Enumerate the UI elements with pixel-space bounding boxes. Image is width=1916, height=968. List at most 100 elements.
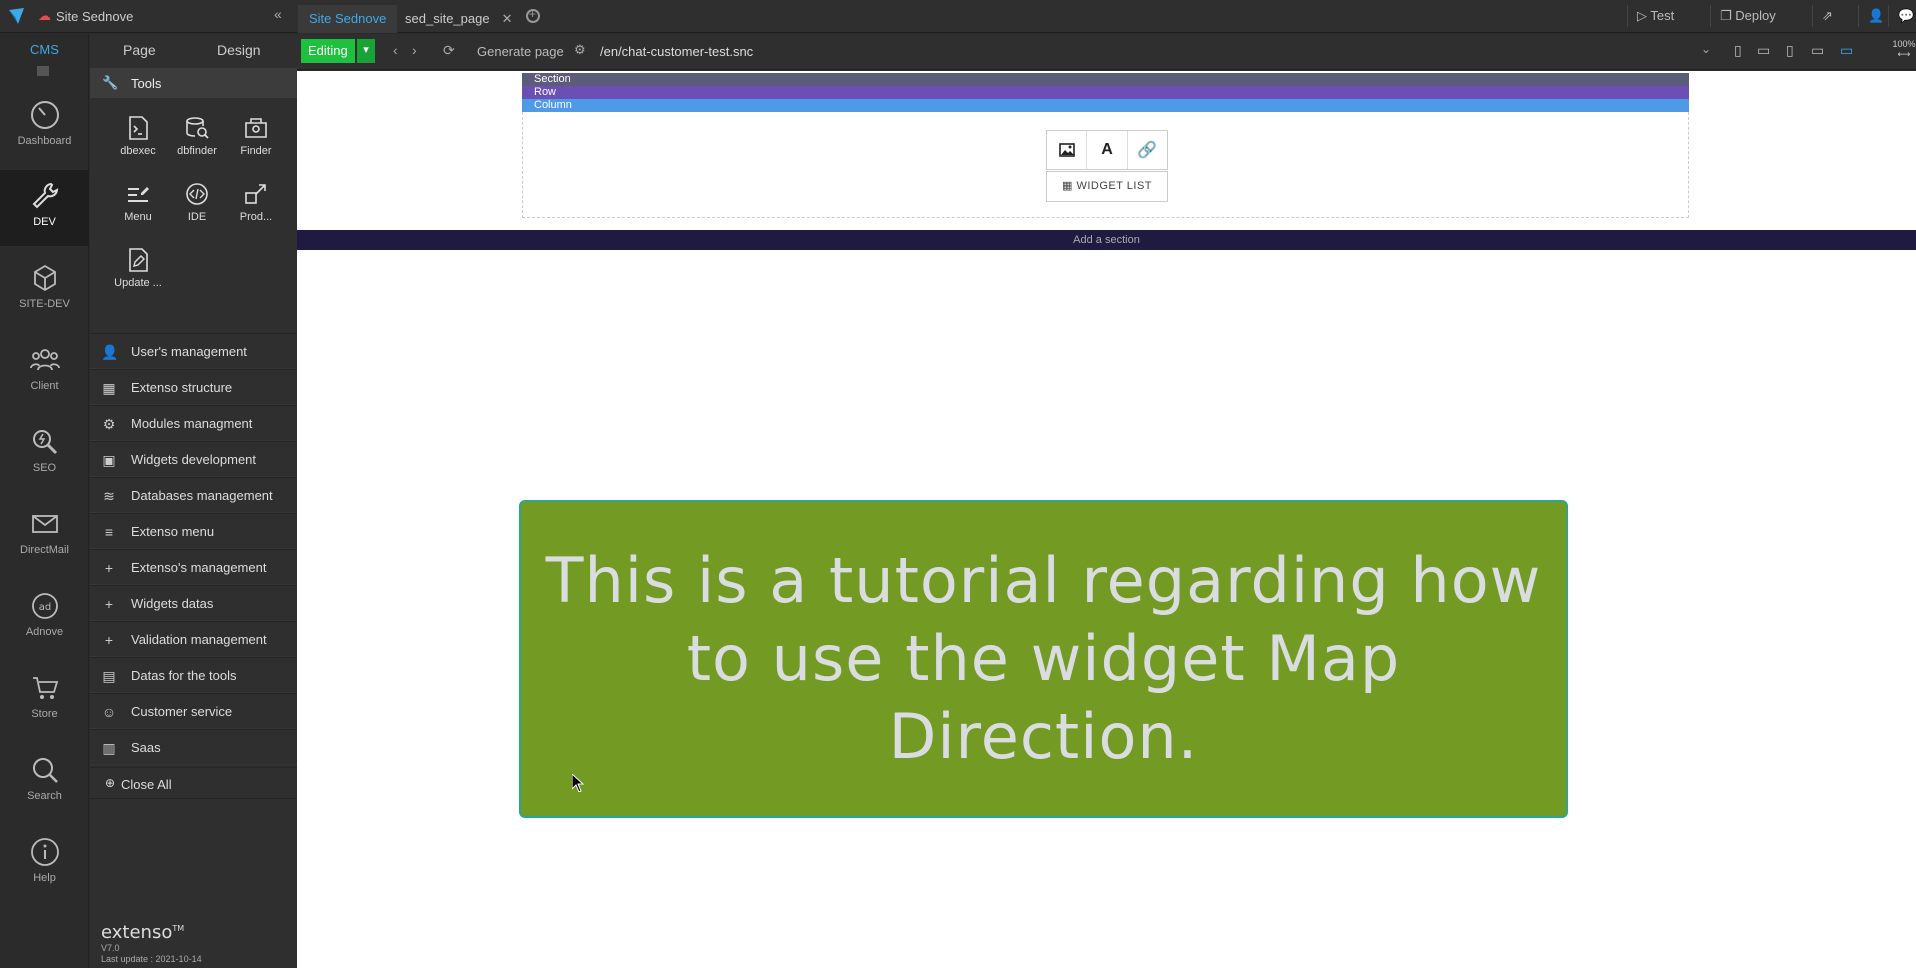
mobile-portrait-icon[interactable]: ▯ bbox=[1734, 42, 1742, 59]
deploy-button[interactable]: ❐ Deploy bbox=[1710, 5, 1785, 27]
rail-item-store[interactable]: Store bbox=[0, 662, 89, 738]
widget-list-label: WIDGET LIST bbox=[1076, 180, 1153, 192]
section-bar[interactable]: Section bbox=[522, 73, 1689, 86]
tools-header[interactable]: 🔧 Tools bbox=[90, 68, 297, 98]
rail-item-search[interactable]: Search bbox=[0, 744, 89, 820]
menu-item-extenso-menu[interactable]: ≡ Extenso menu bbox=[90, 513, 297, 549]
menu-item-modules-managment[interactable]: ⚙ Modules managment bbox=[90, 405, 297, 441]
menu-item-saas[interactable]: ▥ Saas bbox=[90, 729, 297, 765]
close-all-label: Close All bbox=[121, 777, 172, 792]
group-icon: ☺ bbox=[101, 704, 117, 720]
tab-page[interactable]: Page bbox=[123, 42, 156, 58]
rail-label: Search bbox=[27, 790, 62, 802]
image-widget-icon[interactable] bbox=[1047, 131, 1088, 169]
menu-item-customer-service[interactable]: ☺ Customer service bbox=[90, 693, 297, 729]
menu-item-datas-for-the-tools[interactable]: ▤ Datas for the tools bbox=[90, 657, 297, 693]
bars-icon: ≡ bbox=[104, 524, 114, 540]
generate-page-button[interactable]: Generate page bbox=[477, 44, 564, 59]
tool-label: Menu bbox=[124, 211, 152, 223]
deploy-label: Deploy bbox=[1735, 8, 1776, 23]
tool-dbfinder[interactable]: dbfinder bbox=[168, 105, 226, 167]
plus-icon: + bbox=[104, 632, 114, 648]
menu-item-databases-management[interactable]: ≋ Databases management bbox=[90, 477, 297, 513]
menu-item-extenso-s-management[interactable]: + Extenso's management bbox=[90, 549, 297, 585]
hero-text-block[interactable]: This is a tutorial regarding how to use … bbox=[519, 500, 1568, 818]
menu-item-widgets-datas[interactable]: + Widgets datas bbox=[90, 585, 297, 621]
svg-text:ad: ad bbox=[38, 602, 50, 613]
tab-label: sed_site_page bbox=[405, 11, 490, 26]
zoom-toggle[interactable]: 100% ⟷ bbox=[1891, 39, 1916, 59]
menu-item-label: Extenso structure bbox=[131, 380, 233, 395]
db-search-icon bbox=[186, 117, 209, 139]
brand-tm: TM bbox=[172, 924, 185, 933]
desktop-icon[interactable]: ▭ bbox=[1840, 42, 1853, 59]
menu-item-label: Extenso's management bbox=[131, 560, 267, 575]
menu-item-widgets-development[interactable]: ▣ Widgets development bbox=[90, 441, 297, 477]
refresh-icon[interactable]: ⟳ bbox=[443, 42, 455, 59]
tab-sed-site-page[interactable]: sed_site_page ✕ bbox=[394, 5, 523, 33]
minimize-icon[interactable] bbox=[37, 66, 49, 76]
rail-item-dev[interactable]: DEV bbox=[0, 170, 89, 246]
tool-update[interactable]: Update ... bbox=[109, 237, 167, 299]
rail-label: Store bbox=[31, 708, 58, 720]
menu-item-label: User's management bbox=[131, 344, 247, 359]
test-button[interactable]: ▷ Test bbox=[1627, 5, 1683, 27]
data-tools-icon: ▤ bbox=[102, 668, 116, 684]
open-external-button[interactable]: ⇗ bbox=[1812, 5, 1842, 27]
rail-item-seo[interactable]: SEO bbox=[0, 416, 89, 492]
text-widget-icon[interactable]: A bbox=[1087, 131, 1128, 169]
site-title[interactable]: ☁ Site Sednove bbox=[38, 8, 133, 24]
menu-item-validation-management[interactable]: + Validation management bbox=[90, 621, 297, 657]
close-tab-icon[interactable]: ✕ bbox=[502, 11, 513, 26]
url-dropdown-icon[interactable]: ⌄ bbox=[1701, 42, 1711, 56]
rail-item-directmail[interactable]: DirectMail bbox=[0, 498, 89, 574]
row-bar[interactable]: Row bbox=[522, 86, 1689, 99]
gear-icon[interactable]: ⚙ bbox=[574, 42, 586, 58]
url-field[interactable]: /en/chat-customer-test.snc bbox=[600, 44, 753, 59]
back-icon[interactable]: ‹ bbox=[393, 42, 398, 58]
menu-item-user-s-management[interactable]: 👤 User's management bbox=[90, 333, 297, 369]
rail-item-client[interactable]: Client bbox=[0, 334, 89, 410]
tool-finder[interactable]: Finder bbox=[227, 105, 285, 167]
last-update-label: Last update : 2021-10-14 bbox=[101, 954, 202, 964]
rail-label: Client bbox=[30, 380, 59, 392]
close-all-button[interactable]: ⊕ Close All bbox=[90, 767, 297, 799]
laptop-icon[interactable]: ▭ bbox=[1811, 42, 1824, 59]
editing-mode-dropdown-icon[interactable]: ▾ bbox=[357, 39, 375, 63]
tool-label: dbfinder bbox=[177, 145, 217, 157]
top-bar: ☁ Site Sednove « Site Sednove sed_site_p… bbox=[0, 0, 1916, 33]
user-account-button[interactable]: 👤 bbox=[1858, 5, 1885, 27]
menu-item-label: Validation management bbox=[131, 632, 267, 647]
rail-item-dashboard[interactable]: Dashboard bbox=[0, 89, 89, 165]
add-section-bar[interactable]: Add a section bbox=[297, 230, 1916, 250]
building-icon: ▥ bbox=[102, 740, 116, 756]
column-bar[interactable]: Column bbox=[522, 99, 1689, 112]
cms-label[interactable]: CMS bbox=[0, 42, 89, 57]
tab-design[interactable]: Design bbox=[217, 42, 261, 58]
tablet-icon[interactable]: ▯ bbox=[1786, 42, 1794, 59]
collapse-panel-icon[interactable]: « bbox=[274, 6, 282, 22]
tool-dbexec[interactable]: dbexec bbox=[109, 105, 167, 167]
menu-item-label: Extenso menu bbox=[131, 524, 215, 539]
finder-icon bbox=[245, 118, 267, 138]
user-icon: 👤 bbox=[1868, 8, 1885, 23]
editing-mode-button[interactable]: Editing bbox=[301, 39, 355, 63]
tool-ide[interactable]: IDE bbox=[168, 171, 226, 233]
link-widget-icon[interactable]: 🔗 bbox=[1128, 131, 1167, 169]
add-tab-icon[interactable] bbox=[526, 7, 540, 23]
rail-item-adnove[interactable]: ad Adnove bbox=[0, 580, 89, 656]
tool-menu[interactable]: Menu bbox=[109, 171, 167, 233]
tool-prod[interactable]: Prod... bbox=[227, 171, 285, 233]
menu-item-extenso-structure[interactable]: ▦ Extenso structure bbox=[90, 369, 297, 405]
mobile-landscape-icon[interactable]: ▭ bbox=[1757, 42, 1770, 59]
rail-item-site-dev[interactable]: SITE-DEV bbox=[0, 252, 89, 328]
widget-list-button[interactable]: ▦ WIDGET LIST bbox=[1046, 171, 1168, 202]
forward-icon[interactable]: › bbox=[412, 42, 417, 58]
tab-site-sednove[interactable]: Site Sednove bbox=[298, 5, 398, 33]
cloud-off-icon: ☁ bbox=[38, 8, 51, 23]
chat-button[interactable]: 💬 bbox=[1888, 5, 1914, 27]
gauge-icon bbox=[30, 101, 59, 129]
extenso-logo-icon[interactable] bbox=[8, 7, 26, 25]
tool-label: Prod... bbox=[239, 211, 273, 223]
rail-item-help[interactable]: Help bbox=[0, 826, 89, 902]
